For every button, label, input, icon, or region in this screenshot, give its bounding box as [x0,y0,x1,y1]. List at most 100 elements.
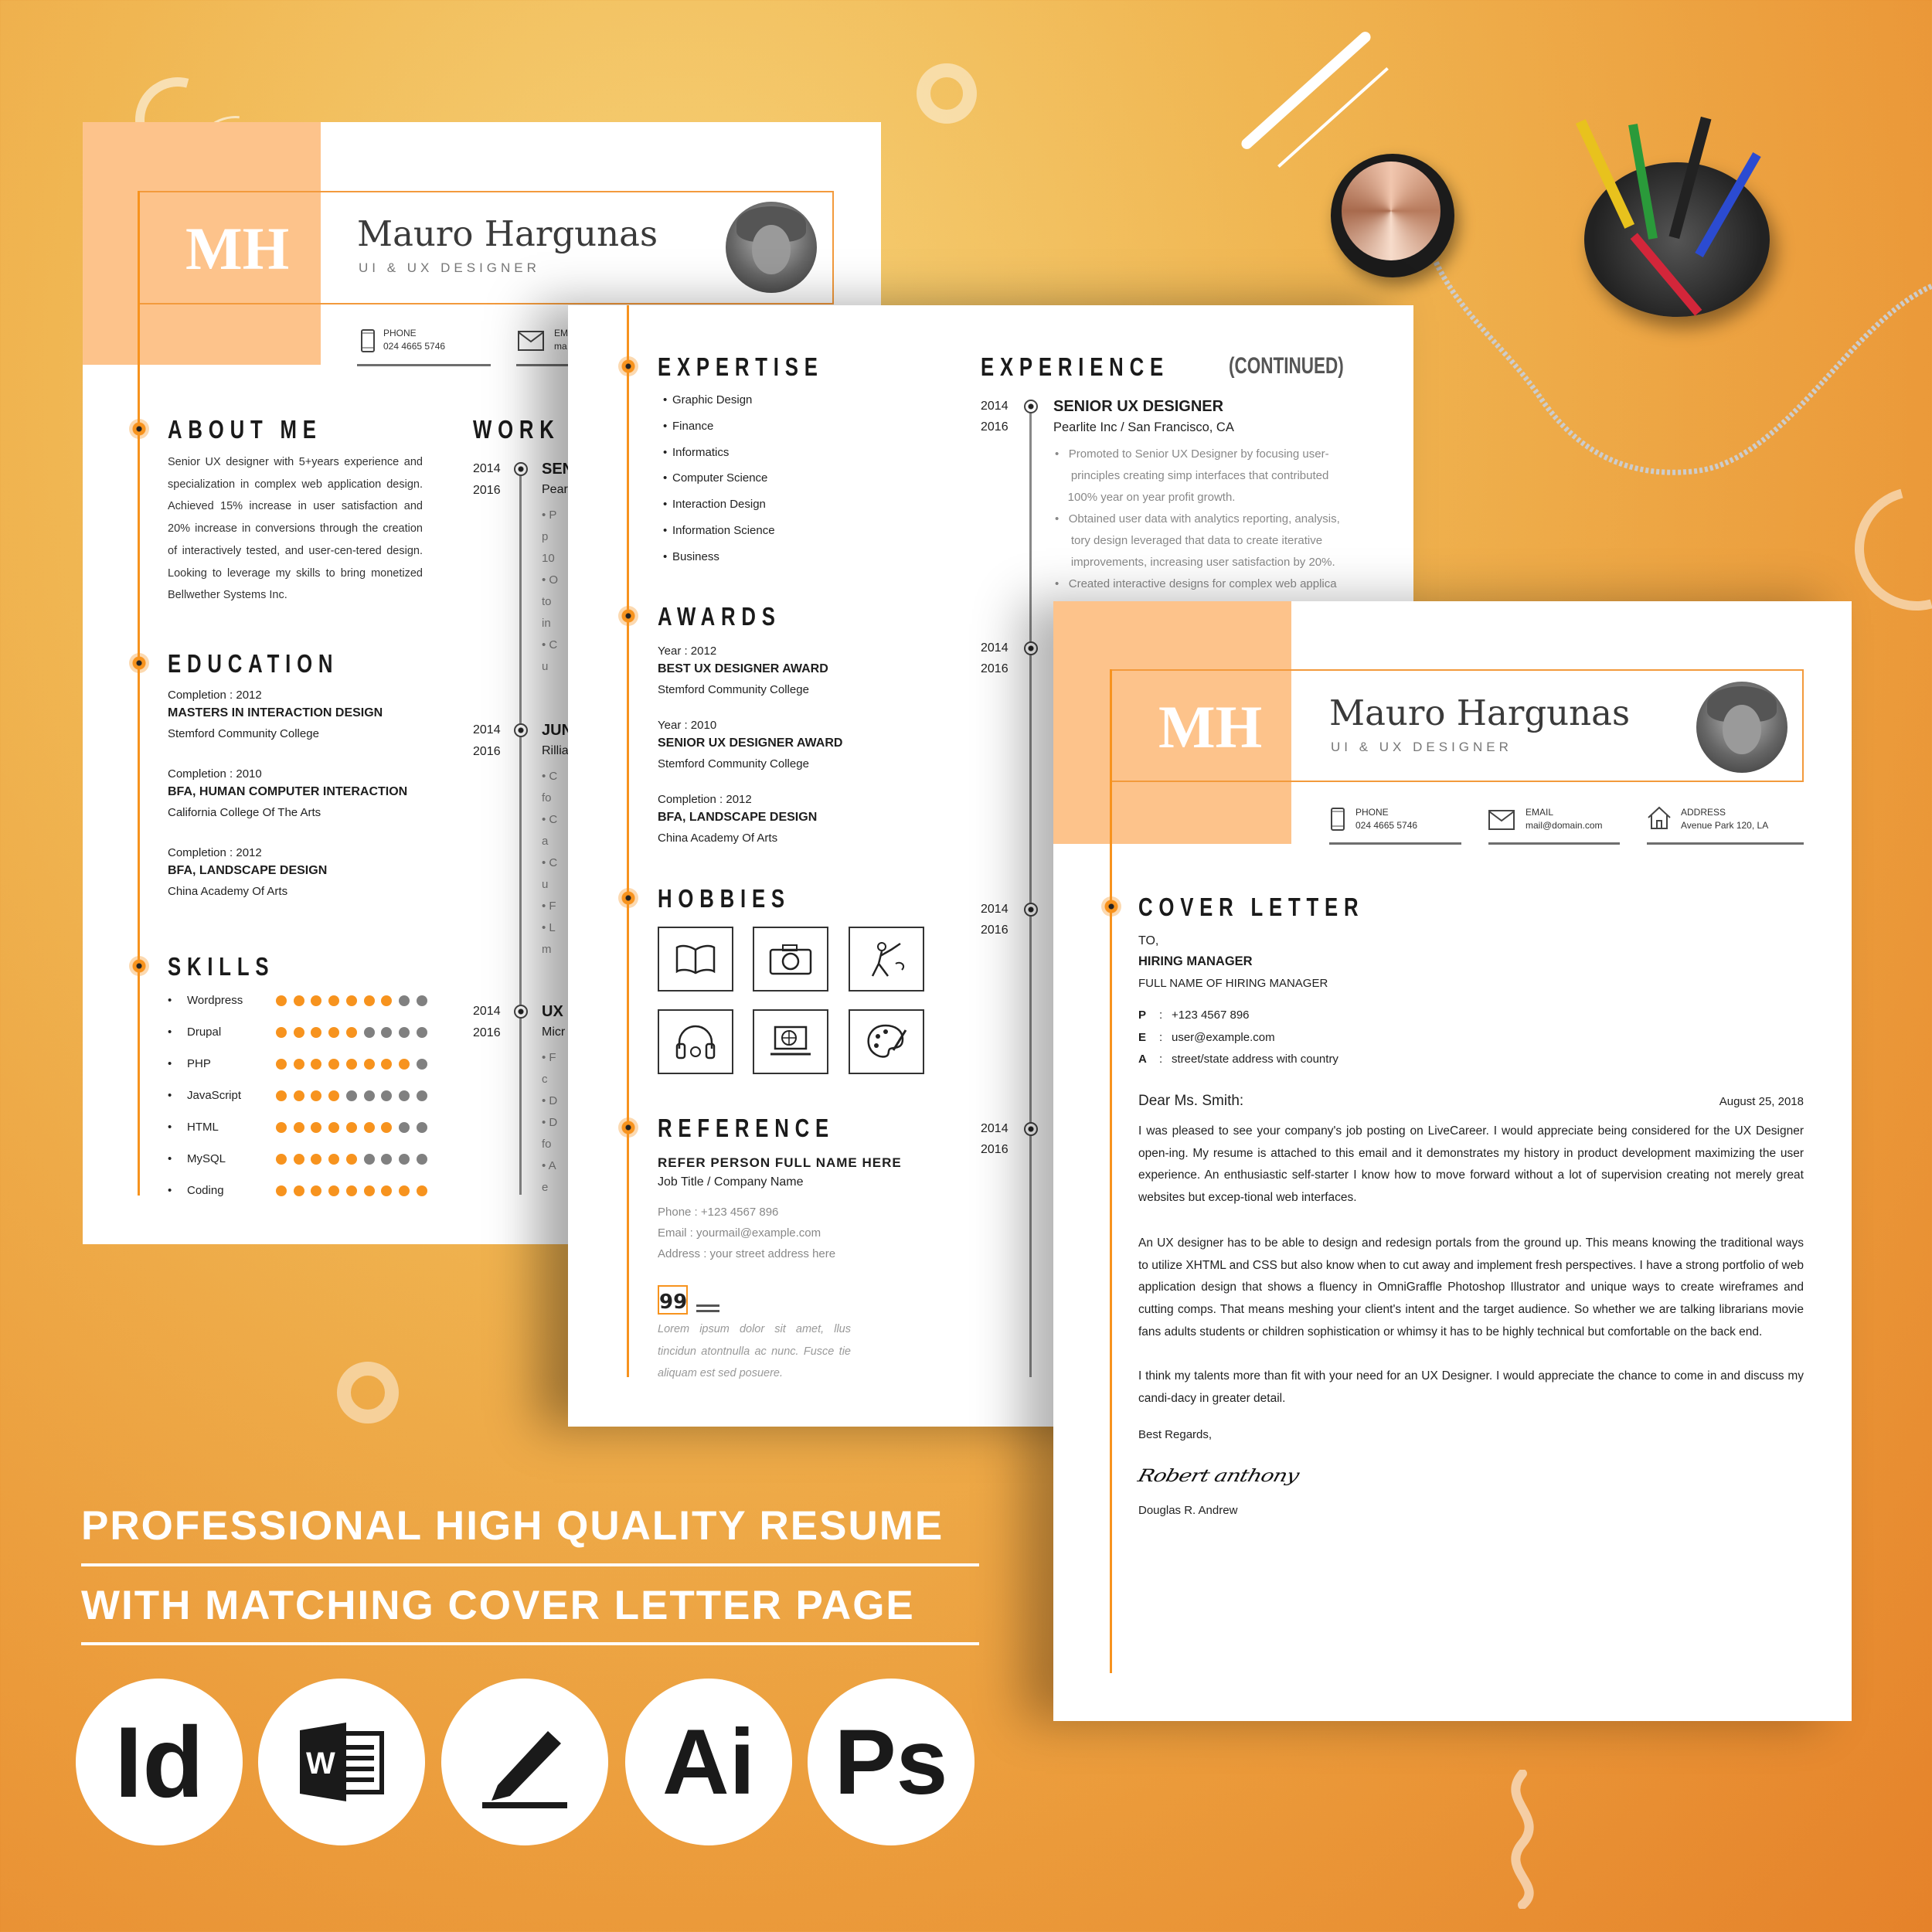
expertise-item: Finance [672,419,714,433]
phone-icon [361,329,375,352]
timeline-dot [1024,400,1038,413]
skill-dot-empty [398,1154,410,1165]
promo-underline [81,1563,979,1566]
job-bullet-line: • Obtained user data with analytics repo… [1055,512,1340,526]
photoshop-icon: Ps [808,1679,975,1845]
letter-paragraph: An UX designer has to be able to design … [1138,1236,1804,1338]
skill-dot-filled [293,1090,304,1101]
skill-dot-empty [416,1154,427,1165]
detail-colon: : [1159,1009,1163,1022]
job-bullet-line: p [542,530,549,543]
headphones-icon [658,1009,733,1074]
skill-dot-filled [276,1154,287,1165]
skill-name: Coding [187,1184,224,1197]
education-school: California College Of The Arts [168,806,321,819]
skill-dot-filled [345,1185,357,1196]
timeline-dot [1024,641,1038,655]
work-timeline [519,469,522,1195]
timeline-dot [1024,903,1038,917]
detail-colon: : [1159,1030,1163,1044]
skill-dot-empty [416,1059,427,1070]
phone-icon [1331,808,1345,831]
job-bullet-line: • C [542,813,558,826]
skill-dot-empty [363,1090,375,1101]
job-bullet-line: • D [542,1116,558,1129]
detail-key: P [1138,1009,1147,1022]
detail-colon: : [1159,1053,1163,1066]
bullet: • [663,445,668,459]
detail-value: street/state address with country [1172,1053,1338,1066]
skill-dot-filled [328,1154,340,1165]
job-bullet-line: improvements, increasing user satisfacti… [1055,556,1335,569]
award-year: Year : 2012 [658,645,717,658]
decor-squiggle [1499,1769,1546,1910]
experience-timeline [1029,406,1032,1377]
job-company: Pear [542,483,568,496]
skill-dot-filled [311,1027,322,1038]
skill-dot-filled [311,1185,322,1196]
detail-key: E [1138,1030,1147,1044]
skills-heading: SKILLS [168,952,275,981]
job-bullet-line: • F [542,900,556,913]
date-from: 2014 [981,641,1009,655]
skill-dot-filled [311,1090,322,1101]
award-school: Stemford Community College [658,683,809,696]
skill-dot-filled [416,1185,427,1196]
date-to: 2016 [981,923,1009,937]
skill-dot-filled [311,995,322,1006]
promo-line-2: WITH MATCHING COVER LETTER PAGE [81,1583,915,1628]
job-title: SENIOR UX DESIGNER [1053,398,1224,415]
decor-ring [917,63,977,124]
job-company: Rillia [542,744,569,757]
timeline-line [138,191,140,1196]
skill-dot-filled [328,1090,340,1101]
contact-value: Avenue Park 120, LA [1681,820,1769,831]
letter-paragraph: I was pleased to see your company's job … [1138,1124,1804,1205]
timeline-dot [1024,1122,1038,1136]
education-degree: BFA, LANDSCAPE DESIGN [168,864,328,877]
section-marker [129,653,149,673]
candidate-title: UI & UX DESIGNER [359,260,540,275]
skill-dot-empty [416,1027,427,1038]
skill-name: HTML [187,1121,219,1134]
skill-dot-empty [416,995,427,1006]
awards-heading: AWARDS [658,602,781,631]
app-label: Ps [834,1710,948,1814]
date-to: 2016 [473,484,501,497]
bullet: • [168,1026,172,1039]
skill-dot-empty [398,995,410,1006]
job-bullet-line: m [542,943,552,956]
decor-ring [337,1362,399,1423]
app-label: Id [114,1706,204,1818]
skill-name: MySQL [187,1152,226,1165]
contact-value: mail@domain.com [1526,820,1603,831]
skill-dot-filled [363,1185,375,1196]
painter-icon [849,927,924,992]
recipient-name: FULL NAME OF HIRING MANAGER [1138,977,1328,990]
job-bullet-line: • Created interactive designs for comple… [1055,577,1337,590]
skill-dot-filled [381,1185,393,1196]
section-marker [618,606,638,626]
letter-date: August 25, 2018 [1719,1095,1804,1108]
skill-dot-filled [293,1059,304,1070]
job-bullet-line: c [542,1073,548,1086]
education-degree: MASTERS IN INTERACTION DESIGN [168,706,383,719]
skill-dot-filled [311,1059,322,1070]
skill-dot-filled [345,1059,357,1070]
skill-dot-filled [363,995,375,1006]
experience-heading: EXPERIENCE [981,352,1169,381]
skill-dot-filled [328,1027,340,1038]
bullet: • [663,498,668,512]
detail-key: A [1138,1053,1147,1066]
contact-label: EMAIL [1526,807,1554,818]
decor-line [1239,29,1373,151]
date-from: 2014 [981,400,1009,413]
cover-letter-page: MH Mauro Hargunas UI & UX DESIGNER PHONE… [1053,601,1852,1721]
skill-dot-filled [293,1185,304,1196]
job-bullet-line: a [542,835,549,848]
job-bullet-line: e [542,1181,549,1194]
timeline-line [627,305,629,1377]
education-degree: BFA, HUMAN COMPUTER INTERACTION [168,785,408,798]
skill-dot-filled [381,995,393,1006]
education-completion: Completion : 2010 [168,767,262,781]
